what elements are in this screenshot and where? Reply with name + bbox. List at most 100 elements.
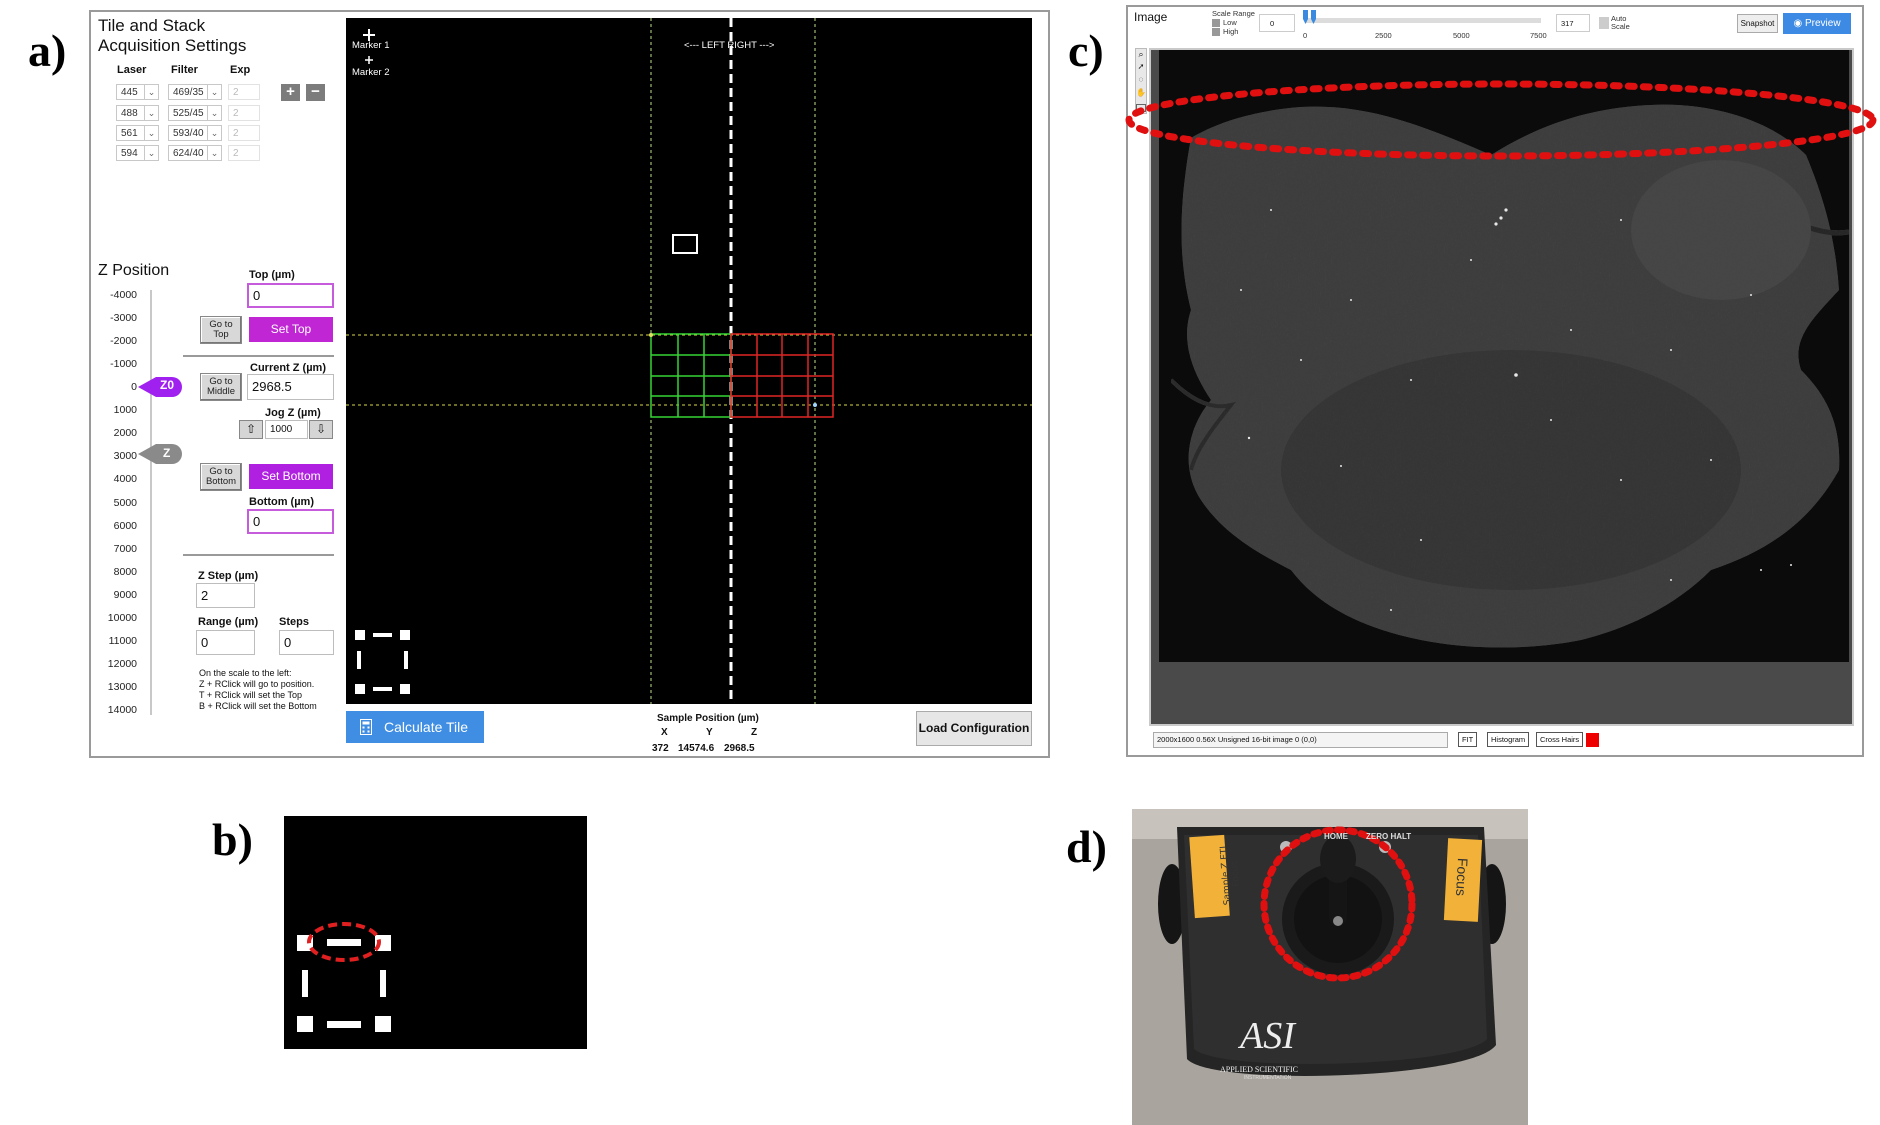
z-tick[interactable]: 3000 [99,450,137,462]
calculate-tile-label: Calculate Tile [384,719,469,735]
jog-z-label: Jog Z (µm) [265,407,321,419]
current-z-field[interactable]: 2968.5 [247,374,334,400]
z-tick[interactable]: -1000 [99,358,137,370]
exposure-field[interactable]: 2 [228,145,260,161]
z-step-label: Z Step (µm) [198,570,259,582]
z-tick[interactable]: 2000 [99,427,137,439]
z-tick[interactable]: 0 [99,381,137,393]
low-label: Low [1223,18,1237,27]
slider-handle-icon[interactable] [1301,10,1319,26]
go-to-top-button[interactable]: Go to Top [200,316,242,344]
divider [183,554,334,556]
right-sticker-text: Focus [1453,857,1471,897]
min-value-field[interactable]: 0 [1259,14,1295,32]
steps-label: Steps [279,616,309,628]
z-tick[interactable]: 9000 [99,589,137,601]
z-step-input[interactable]: 2 [196,583,255,608]
figure-label-d: d) [1066,821,1107,872]
preview-button[interactable]: ◉ Preview [1783,13,1851,34]
tile-canvas-graphics [346,18,1032,704]
arrow-up-icon[interactable]: ⇧ [239,420,263,439]
laser-select[interactable]: 561 ⌄ [116,125,159,141]
figure-label-c: c) [1068,25,1104,76]
z-tick[interactable]: -2000 [99,335,137,347]
load-configuration-button[interactable]: Load Configuration [916,711,1032,746]
z-tick[interactable]: -4000 [99,289,137,301]
z-marker-icon[interactable] [136,441,184,467]
top-input[interactable]: 0 [247,283,334,308]
divider [183,355,334,357]
home-label: HOME [1324,832,1348,841]
exposure-field[interactable]: 2 [228,125,260,141]
z-tick[interactable]: -3000 [99,312,137,324]
z-tick[interactable]: 14000 [99,704,137,716]
zoom-icon[interactable]: ⌕ [1136,49,1146,59]
bottom-input[interactable]: 0 [247,509,334,534]
jog-z-input[interactable]: 1000 [265,420,308,439]
calculate-tile-button[interactable]: Calculate Tile [346,711,484,743]
z-tick[interactable]: 4000 [99,473,137,485]
filter-select[interactable]: 469/35 ⌄ [168,84,222,100]
snapshot-button[interactable]: Snapshot [1737,14,1778,33]
steps-input[interactable]: 0 [279,630,334,655]
laser-select[interactable]: 594 ⌄ [116,145,159,161]
exposure-field[interactable]: 2 [228,84,260,100]
chevron-down-icon: ⌄ [207,126,221,140]
auto-scale-label: Auto Scale [1611,14,1630,31]
z-tick[interactable]: 6000 [99,520,137,532]
scale-slider-track[interactable] [1305,18,1541,23]
z-tick[interactable]: 13000 [99,681,137,693]
z-tick[interactable]: 5000 [99,497,137,509]
zero-halt-label: ZERO HALT [1366,832,1412,841]
auto-scale-checkbox[interactable] [1599,17,1609,29]
laser-select[interactable]: 445 ⌄ [116,84,159,100]
figure-label-b: b) [212,814,253,865]
filter-select[interactable]: 624/40 ⌄ [168,145,222,161]
histogram-button[interactable]: Histogram [1487,732,1530,747]
filter-select[interactable]: 525/45 ⌄ [168,105,222,121]
eye-icon: ◉ [1793,18,1805,29]
filter-select[interactable]: 593/40 ⌄ [168,125,222,141]
sample-position-label: Sample Position (µm) [657,713,759,724]
tile-canvas[interactable]: Marker 1 Marker 2 <--- LEFT RIGHT ---> [346,18,1032,704]
range-label: Range (µm) [198,616,259,628]
exposure-field[interactable]: 2 [228,105,260,121]
arrow-down-icon[interactable]: ⇩ [309,420,333,439]
tick-2500: 2500 [1375,31,1392,40]
chevron-down-icon: ⌄ [207,85,221,99]
pointer-icon[interactable]: ➚ [1136,62,1146,72]
go-to-middle-button[interactable]: Go to Middle [200,373,242,401]
max-value-field[interactable]: 317 [1556,14,1590,32]
z-tick[interactable]: 1000 [99,404,137,416]
laser-select[interactable]: 488 ⌄ [116,105,159,121]
pos-header-x: X [661,727,668,738]
go-to-bottom-button[interactable]: Go to Bottom [200,463,242,491]
chevron-down-icon: ⌄ [144,146,158,160]
fit-button[interactable]: FIT [1458,732,1478,747]
remove-channel-button[interactable]: − [306,84,325,101]
asi-logo: ASI [1240,1015,1295,1057]
crosshair-color-swatch[interactable] [1586,733,1599,747]
chevron-down-icon: ⌄ [207,146,221,160]
cross-hairs-button[interactable]: Cross Hairs [1536,732,1584,747]
z-tick[interactable]: 12000 [99,658,137,670]
settings-subtitle: Acquisition Settings [98,36,247,55]
add-channel-button[interactable]: + [281,84,300,101]
filter-header: Filter [171,64,198,76]
range-input[interactable]: 0 [196,630,255,655]
z-tick[interactable]: 8000 [99,566,137,578]
marker-1-label: Marker 1 [352,40,390,51]
current-z-label: Current Z (µm) [250,362,327,374]
set-top-button[interactable]: Set Top [249,317,333,342]
set-bottom-button[interactable]: Set Bottom [249,464,333,489]
z-tick[interactable]: 10000 [99,612,137,624]
pos-z-value: 2968.5 [724,743,755,754]
help-line: On the scale to the left: [199,668,292,678]
tick-0: 0 [1303,31,1308,40]
z-tick[interactable]: 11000 [99,635,137,647]
high-label: High [1223,27,1239,36]
z-marker-label: Z [163,446,171,460]
z0-marker-label: Z0 [160,378,175,392]
help-line: B + RClick will set the Bottom [199,701,317,711]
z-tick[interactable]: 7000 [99,543,137,555]
